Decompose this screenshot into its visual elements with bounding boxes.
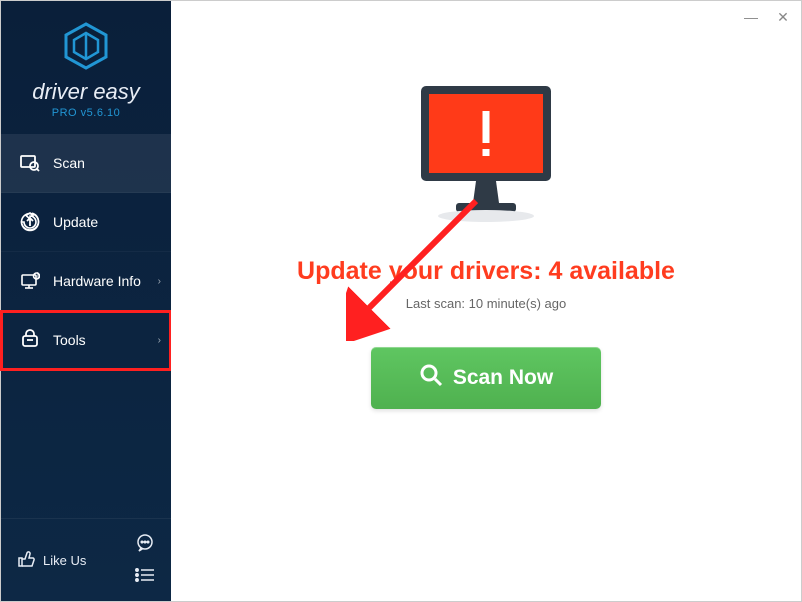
scan-icon bbox=[19, 152, 41, 174]
thumbs-up-icon bbox=[17, 550, 35, 571]
sidebar-bottom: Like Us bbox=[1, 518, 171, 601]
sidebar: driver easy PRO v5.6.10 Scan bbox=[1, 1, 171, 601]
chevron-right-icon: › bbox=[158, 276, 161, 287]
tools-icon bbox=[19, 329, 41, 351]
bottom-icons bbox=[135, 533, 155, 587]
sidebar-item-tools[interactable]: Tools › bbox=[1, 311, 171, 370]
feedback-icon[interactable] bbox=[135, 533, 155, 558]
sidebar-item-label: Update bbox=[53, 214, 98, 230]
scan-now-button[interactable]: Scan Now bbox=[371, 347, 601, 409]
sidebar-item-label: Scan bbox=[53, 155, 85, 171]
main-content: — ✕ Update your drivers: 4 available Las… bbox=[171, 1, 801, 601]
alert-monitor-graphic bbox=[406, 81, 566, 231]
search-icon bbox=[419, 363, 443, 393]
sidebar-item-update[interactable]: Update bbox=[1, 193, 171, 252]
chevron-right-icon: › bbox=[158, 335, 161, 346]
sidebar-item-label: Tools bbox=[53, 332, 86, 348]
hardware-icon: i bbox=[19, 270, 41, 292]
menu-icon[interactable] bbox=[135, 568, 155, 587]
app-version: PRO v5.6.10 bbox=[16, 107, 156, 119]
sidebar-item-hardware-info[interactable]: i Hardware Info › bbox=[1, 252, 171, 311]
logo-area: driver easy PRO v5.6.10 bbox=[1, 1, 171, 134]
sidebar-nav: Scan Update bbox=[1, 134, 171, 518]
close-button[interactable]: ✕ bbox=[775, 9, 791, 26]
minimize-button[interactable]: — bbox=[743, 9, 759, 26]
app-window: driver easy PRO v5.6.10 Scan bbox=[1, 1, 801, 601]
sidebar-item-scan[interactable]: Scan bbox=[1, 134, 171, 193]
window-controls: — ✕ bbox=[743, 9, 791, 26]
like-us-label: Like Us bbox=[43, 553, 86, 568]
last-scan-text: Last scan: 10 minute(s) ago bbox=[406, 296, 566, 311]
app-name: driver easy bbox=[16, 79, 156, 105]
sidebar-item-label: Hardware Info bbox=[53, 273, 141, 289]
logo-icon bbox=[16, 21, 156, 71]
scan-now-label: Scan Now bbox=[453, 366, 553, 390]
like-us-button[interactable]: Like Us bbox=[17, 550, 86, 571]
update-icon bbox=[19, 211, 41, 233]
headline-text: Update your drivers: 4 available bbox=[297, 257, 675, 286]
